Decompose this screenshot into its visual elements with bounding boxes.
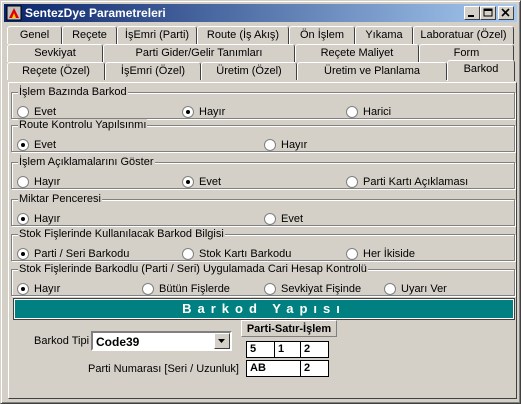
- radio-unchecked-icon: [264, 213, 276, 225]
- tab-recete-ozel[interactable]: Reçete (Özel): [7, 62, 105, 80]
- radio-unchecked-icon: [384, 283, 396, 295]
- radio-unchecked-icon: [17, 176, 29, 188]
- radio-checked-icon: [17, 248, 29, 260]
- parti-uzunluk-cell[interactable]: 2: [300, 360, 329, 377]
- tab-recete-maliyet[interactable]: Reçete Maliyet: [295, 44, 419, 62]
- close-icon: [501, 8, 510, 17]
- barkod-yapisi-heading: Barkod Yapısı: [13, 298, 515, 320]
- tab-yikama[interactable]: Yıkama: [355, 26, 413, 44]
- radio-checked-icon: [182, 106, 194, 118]
- minimize-icon: [468, 15, 474, 17]
- tab-uretim-planlama[interactable]: Üretim ve Planlama: [297, 62, 447, 80]
- group-title: Miktar Penceresi: [18, 193, 102, 205]
- radio-checked-icon: [17, 283, 29, 295]
- radio-unchecked-icon: [346, 176, 358, 188]
- radio-unchecked-icon: [346, 106, 358, 118]
- tab-parti-gider[interactable]: Parti Gider/Gelir Tanımları: [103, 44, 295, 62]
- group-stok-barkod-bilgisi: Stok Fişlerinde Kullanılacak Barkod Bilg…: [11, 228, 515, 261]
- group-islem-bazinda-barkod: İşlem Bazında Barkod Evet Hayır Harici: [11, 86, 515, 119]
- dropdown-button[interactable]: [214, 333, 230, 349]
- group-miktar-penceresi: Miktar Penceresi Hayır Evet: [11, 193, 515, 226]
- radio-checked-icon: [17, 139, 29, 151]
- tab-genel[interactable]: Genel: [7, 26, 62, 44]
- radio-checked-icon: [182, 176, 194, 188]
- radio-unchecked-icon: [182, 248, 194, 260]
- pattern-satir-cell[interactable]: 1: [274, 341, 301, 358]
- radio-unchecked-icon: [142, 283, 154, 295]
- parti-numarasi-label: Parti Numarası [Seri / Uzunluk]: [88, 363, 239, 375]
- group-route-kontrolu: Route Kontrolu Yapılsınmı Evet Hayır: [11, 119, 515, 152]
- tab-isemri-parti[interactable]: İşEmri (Parti): [117, 26, 197, 44]
- radio-checked-icon: [17, 213, 29, 225]
- app-icon: [6, 5, 22, 21]
- radio-unchecked-icon: [264, 139, 276, 151]
- maximize-icon: [483, 8, 493, 17]
- close-button[interactable]: [498, 6, 514, 20]
- radio-unchecked-icon: [264, 283, 276, 295]
- pattern-parti-cell[interactable]: 5: [246, 341, 275, 358]
- tab-recete[interactable]: Reçete: [62, 26, 117, 44]
- chevron-down-icon: [218, 339, 225, 343]
- tab-laboratuar[interactable]: Laboratuar (Özel): [413, 26, 514, 44]
- barkod-tipi-label: Barkod Tipi: [34, 335, 90, 347]
- tab-sevkiyat[interactable]: Sevkiyat: [7, 44, 103, 62]
- tab-route[interactable]: Route (İş Akış): [197, 26, 289, 44]
- group-cari-hesap-kontrolu: Stok Fişlerinde Barkodlu (Parti / Seri) …: [11, 263, 515, 296]
- tab-isemri-ozel[interactable]: İşEmri (Özel): [105, 62, 201, 80]
- tab-on-islem[interactable]: Ön İşlem: [289, 26, 355, 44]
- barkod-tipi-select[interactable]: Code39: [91, 331, 232, 351]
- tab-uretim-ozel[interactable]: Üretim (Özel): [201, 62, 297, 80]
- title-bar: SentezDye Parametreleri: [4, 4, 517, 22]
- tab-barkod[interactable]: Barkod: [447, 60, 515, 81]
- group-islem-aciklamalari: İşlem Açıklamalarını Göster Hayır Evet P…: [11, 156, 515, 189]
- window-title: SentezDye Parametreleri: [25, 6, 166, 20]
- group-title: Stok Fişlerinde Kullanılacak Barkod Bilg…: [18, 228, 225, 240]
- parameters-window: SentezDye Parametreleri Genel Reçete İşE…: [0, 0, 521, 404]
- group-title: İşlem Bazında Barkod: [18, 86, 128, 98]
- radio-unchecked-icon: [346, 248, 358, 260]
- maximize-button[interactable]: [480, 6, 496, 20]
- group-title: İşlem Açıklamalarını Göster: [18, 156, 155, 168]
- minimize-button[interactable]: [464, 6, 480, 20]
- pattern-islem-cell[interactable]: 2: [300, 341, 329, 358]
- barkod-tipi-value: Code39: [96, 335, 140, 349]
- group-title: Route Kontrolu Yapılsınmı: [18, 119, 148, 131]
- parti-seri-cell[interactable]: AB: [246, 360, 301, 377]
- parti-satir-islem-label: Parti-Satır-İşlem: [241, 320, 337, 337]
- group-title: Stok Fişlerinde Barkodlu (Parti / Seri) …: [18, 263, 368, 275]
- radio-unchecked-icon: [17, 106, 29, 118]
